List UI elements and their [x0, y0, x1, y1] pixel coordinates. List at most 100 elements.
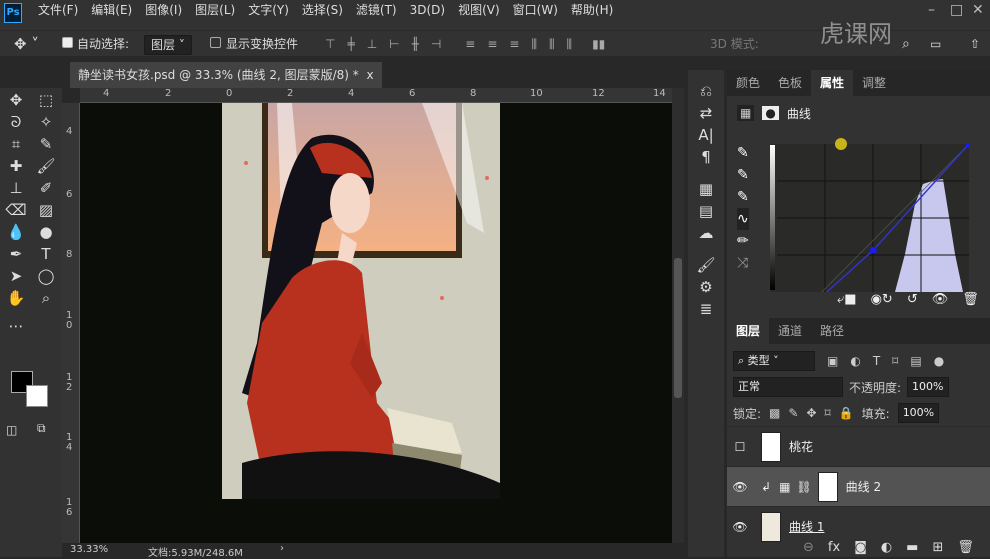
menu-item[interactable]: 编辑(E)	[91, 0, 132, 22]
move-tool-icon[interactable]: ✥	[2, 89, 30, 111]
tab[interactable]: 路径	[811, 318, 853, 344]
minimize-button[interactable]: –	[928, 2, 935, 18]
gradient-tool-icon[interactable]: ▨	[32, 199, 60, 221]
lock-all-icon[interactable]: 🔒	[839, 406, 854, 420]
tab[interactable]: 通道	[769, 318, 811, 344]
vertical-scrollbar[interactable]	[672, 88, 684, 543]
pen-tool-icon[interactable]: ✒	[2, 243, 30, 265]
link-layers-icon[interactable]: ⊖	[803, 540, 814, 555]
blur-tool-icon[interactable]: 💧	[2, 221, 30, 243]
white-point-eyedropper-icon[interactable]: ✎	[737, 186, 749, 208]
curve-point[interactable]	[870, 246, 877, 253]
quick-mask-icon[interactable]: ◫	[6, 423, 17, 437]
magic-wand-tool-icon[interactable]: ✧	[32, 111, 60, 133]
new-group-icon[interactable]: ▬	[906, 540, 918, 555]
cc-libraries-icon[interactable]: ☁	[688, 222, 724, 244]
menu-item[interactable]: 帮助(H)	[571, 0, 613, 22]
dodge-tool-icon[interactable]: ●	[32, 221, 60, 243]
show-transform-checkbox[interactable]	[210, 35, 221, 53]
smooth-icon[interactable]: ⤨	[737, 252, 749, 274]
clip-to-layer-icon[interactable]: ⤶■	[837, 292, 857, 307]
layer-row[interactable]: ☐ 桃花	[727, 426, 990, 466]
layer-name[interactable]: 桃花	[789, 438, 813, 455]
healing-tool-icon[interactable]: ✚	[2, 155, 30, 177]
close-window-button[interactable]: ✕	[972, 2, 984, 18]
adjust-icon[interactable]: ⇄	[688, 102, 724, 124]
menu-item[interactable]: 文件(F)	[38, 0, 78, 22]
layer-name[interactable]: 曲线 1	[789, 518, 824, 535]
close-tab-button[interactable]: x	[366, 68, 373, 82]
auto-select-target-dropdown[interactable]: 图层 ˅	[144, 35, 192, 55]
history-brush-tool-icon[interactable]: ✐	[32, 177, 60, 199]
layer-thumbnail[interactable]	[817, 471, 838, 502]
path-select-tool-icon[interactable]: ➤	[2, 265, 30, 287]
filter-toggle[interactable]: ●	[934, 354, 944, 368]
filter-smart-object-icon[interactable]: ▤	[910, 354, 921, 368]
curves-adjustment-icon[interactable]: ▦	[737, 105, 755, 121]
lock-transparent-icon[interactable]: ▩	[769, 406, 780, 420]
brush-tool-icon[interactable]: 🖌	[32, 155, 60, 177]
filter-pixel-icon[interactable]: ▣	[827, 354, 838, 368]
zoom-tool-icon[interactable]: ⌕	[32, 287, 60, 309]
black-point-eyedropper-icon[interactable]: ✎	[737, 142, 749, 164]
eraser-tool-icon[interactable]: ⌫	[2, 199, 30, 221]
blend-mode-dropdown[interactable]: 正常	[733, 377, 843, 397]
auto-select-checkbox[interactable]	[62, 35, 73, 53]
delete-icon[interactable]: 🗑	[962, 292, 979, 307]
fx-icon[interactable]: fx	[828, 540, 840, 555]
share-icon[interactable]: ⇧	[970, 35, 980, 53]
filter-type-icon[interactable]: T	[873, 354, 880, 368]
eye-icon[interactable]: 👁	[727, 520, 753, 534]
document-tab[interactable]: 静坐读书女孩.psd @ 33.3% (曲线 2, 图层蒙版/8) * x	[70, 62, 382, 88]
maximize-button[interactable]: □	[950, 2, 963, 18]
layer-name[interactable]: 曲线 2	[846, 478, 881, 495]
crop-tool-icon[interactable]: ⌗	[2, 133, 30, 155]
eyedropper-tool-icon[interactable]: ✎	[32, 133, 60, 155]
status-menu-arrow[interactable]: ›	[280, 543, 284, 554]
layer-row[interactable]: 👁 ↲ ▦ ⛓ 曲线 2	[727, 466, 990, 506]
menu-item[interactable]: 窗口(W)	[513, 0, 558, 22]
align-buttons[interactable]: ⊤ ╪ ⊥ ⊢ ╫ ⊣ ≡ ≡ ≡ ⫼ ⫼ ⫼ ▮▮	[325, 37, 605, 52]
paragraph-icon[interactable]: ¶	[688, 146, 724, 168]
menu-item[interactable]: 视图(V)	[458, 0, 500, 22]
type-tool-icon[interactable]: T	[32, 243, 60, 265]
notes-icon[interactable]: ▤	[688, 200, 724, 222]
canvas-area[interactable]	[80, 103, 672, 543]
menu-item[interactable]: 图像(I)	[145, 0, 182, 22]
brush-presets-icon[interactable]: ⚙	[688, 276, 724, 298]
lock-artboard-icon[interactable]: ⌑	[825, 406, 831, 420]
fill-input[interactable]: 100%	[897, 403, 940, 423]
curve-point[interactable]	[966, 144, 969, 147]
visibility-icon[interactable]: 👁	[932, 292, 949, 307]
tab[interactable]: 颜色	[727, 70, 769, 96]
eye-icon[interactable]: 👁	[727, 480, 753, 494]
ellipse-tool-icon[interactable]: ◯	[32, 265, 60, 287]
new-adjustment-icon[interactable]: ◐	[881, 540, 892, 555]
screen-mode-icon[interactable]: ⧉	[37, 421, 46, 436]
add-mask-icon[interactable]: ◙	[854, 540, 867, 555]
history-icon[interactable]: ⎌	[688, 80, 724, 102]
gray-point-eyedropper-icon[interactable]: ✎	[737, 164, 749, 186]
menu-item[interactable]: 选择(S)	[302, 0, 343, 22]
filter-adjustment-icon[interactable]: ◐	[850, 354, 860, 368]
background-color-swatch[interactable]	[26, 385, 48, 407]
view-previous-icon[interactable]: ◉↻	[871, 292, 893, 307]
layer-thumbnail[interactable]	[761, 431, 781, 462]
visibility-toggle[interactable]: ☐	[727, 440, 753, 454]
more-tool-icon[interactable]: ⋯	[2, 315, 30, 337]
tab[interactable]: 图层	[727, 318, 770, 344]
tab[interactable]: 色板	[769, 70, 811, 96]
stamp-tool-icon[interactable]: ⊥	[2, 177, 30, 199]
menu-item[interactable]: 图层(L)	[195, 0, 235, 22]
delete-layer-icon[interactable]: 🗑	[957, 540, 974, 555]
hand-tool-icon[interactable]: ✋	[2, 287, 30, 309]
opacity-input[interactable]: 100%	[907, 377, 949, 397]
filter-shape-icon[interactable]: ⌑	[892, 354, 898, 368]
reset-icon[interactable]: ↺	[907, 292, 918, 307]
zoom-level[interactable]: 33.33%	[70, 544, 108, 555]
link-icon[interactable]: ⛓	[796, 480, 811, 494]
layer-filter-dropdown[interactable]: ⌕ 类型 ˅	[733, 351, 815, 371]
workspace-icon[interactable]: ▭	[930, 35, 941, 53]
lasso-tool-icon[interactable]: ᘐ	[2, 111, 30, 133]
layer-thumbnail[interactable]	[761, 511, 781, 542]
